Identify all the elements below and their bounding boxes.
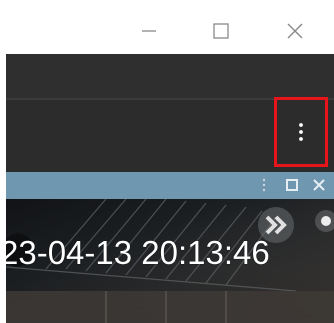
camera-video-feed[interactable]: 23-04-13 20:13:46: [6, 199, 334, 323]
menu-bar: [6, 54, 334, 98]
close-icon: [313, 179, 325, 191]
maximize-button[interactable]: [196, 8, 246, 54]
minimize-button[interactable]: [124, 8, 174, 54]
app-window: 23-04-13 20:13:46: [6, 8, 334, 323]
panel-more-button[interactable]: [254, 175, 274, 195]
panel-maximize-button[interactable]: [282, 175, 302, 195]
video-timestamp: 23-04-13 20:13:46: [6, 234, 270, 271]
close-icon: [287, 23, 303, 39]
close-button[interactable]: [270, 8, 320, 54]
vertical-ellipsis-icon: [299, 123, 303, 141]
vertical-ellipsis-icon: [262, 178, 266, 192]
camera-panel-header: [6, 172, 334, 199]
panel-close-button[interactable]: [309, 175, 329, 195]
maximize-icon: [213, 23, 229, 39]
minimize-icon: [142, 30, 156, 32]
maximize-icon: [286, 179, 298, 191]
more-options-button[interactable]: [274, 97, 328, 167]
title-bar: [6, 8, 334, 54]
